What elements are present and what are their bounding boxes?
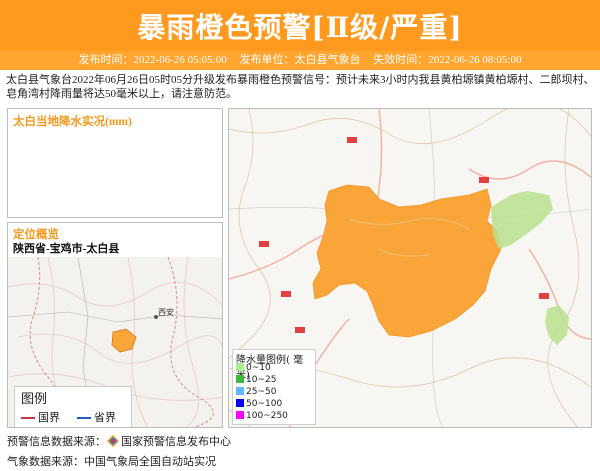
rainfall-legend-item: 10~25 [236,375,276,385]
location-legend: 图例 国界 省界 [14,386,132,427]
national-border-line-icon [21,417,35,419]
rainfall-legend-item: 25~50 [236,387,276,397]
warning-source-line: 预警信息数据来源： 国家预警信息发布中心 [7,435,231,448]
weather-source-line: 气象数据来源：中国气象局全国自动站实况 [7,455,216,468]
local-rain-title: 太白当地降水实况(mm) [13,116,132,128]
warning-description: 太白县气象台2022年06月26日05时05分升级发布暴雨橙色预警信号：预计未来… [6,74,595,100]
legend-item-national-border: 国界 [21,409,60,425]
warning-meta-bar: 发布时间：2022-06-26 05:05:00 发布单位：太白县气象台 失效时… [0,51,600,70]
xian-label: 西安 [158,307,174,317]
local-rain-panel: 太白当地降水实况(mm) [7,108,223,218]
legend-item-province-border: 省界 [77,409,116,425]
publish-time: 发布时间：2022-06-26 05:05:00 [78,54,227,66]
warning-source-link[interactable]: 国家预警信息发布中心 [121,435,231,448]
rainfall-legend-item: 0~10 [236,363,271,373]
rainfall-legend: 降水量图例( 毫米) 0~10 10~25 25~50 50~100 100~2… [232,349,316,425]
rainfall-legend-item: 50~100 [236,399,282,409]
publisher: 发布单位：太白县气象台 [239,54,361,66]
expire-time: 失效时间：2022-06-26 08:05:00 [373,54,522,66]
province-border-line-icon [77,417,91,419]
location-panel: 定位概览 陕西省-宝鸡市-太白县 西安 图例 国界 省界 [7,222,223,428]
warning-title: 暴雨橙色预警[Ⅱ级/严重] [137,11,463,44]
rainfall-legend-item: 100~250 [236,411,288,421]
warning-center-logo-icon [107,435,119,447]
warning-header: 暴雨橙色预警[Ⅱ级/严重] [0,0,600,51]
location-legend-title: 图例 [21,392,48,407]
location-path: 陕西省-宝鸡市-太白县 [13,243,120,255]
